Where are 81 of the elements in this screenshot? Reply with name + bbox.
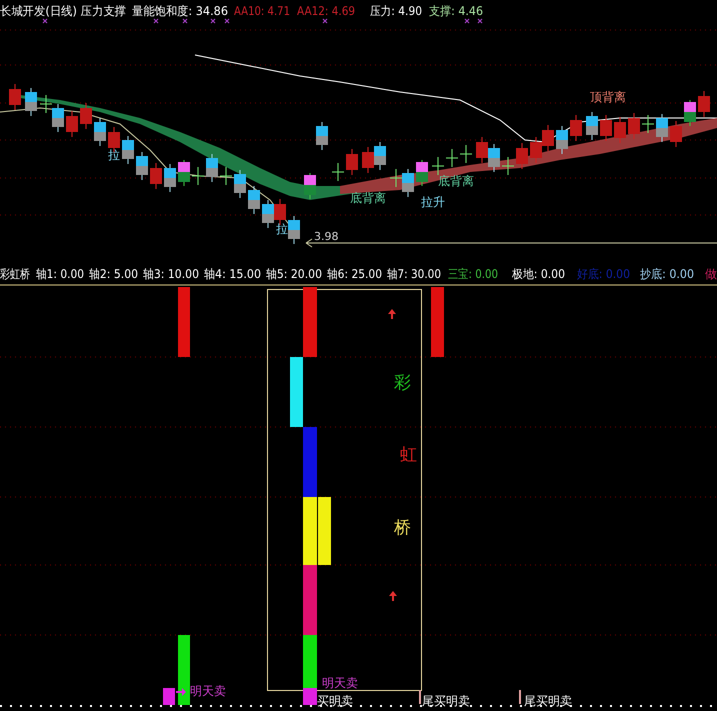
signal-tick (419, 690, 421, 704)
axis-reading: 轴2: 5.00 (89, 267, 144, 281)
arrow-up-icon (388, 309, 396, 319)
low-price-label: 3.98 (314, 230, 338, 243)
indicator-title: 彩虹桥 (0, 267, 36, 281)
chart-title: 长城开发(日线) 压力支撑 (0, 4, 134, 18)
indicator-value: AA12: 4.69 (297, 4, 364, 18)
signal-tick (519, 690, 521, 704)
candlestick (9, 84, 21, 110)
chart-character: 桥 (394, 518, 411, 538)
candlestick (316, 122, 328, 150)
axis-reading: 轴5: 20.00 (266, 267, 328, 281)
candlestick (164, 164, 176, 192)
candlestick (698, 90, 710, 118)
axis-reading: 轴1: 0.00 (36, 267, 90, 281)
indicator-value: 量能饱和度: 34.86 (132, 4, 234, 18)
candlestick (346, 148, 358, 176)
candlestick (234, 170, 246, 198)
signal-label: 明天卖 (190, 684, 226, 698)
candlestick (150, 162, 162, 190)
axis-reading: 好底: 0.00 (577, 267, 636, 281)
candlestick (192, 166, 204, 186)
candlestick (488, 144, 500, 172)
candlestick (136, 152, 148, 180)
candlestick (614, 116, 626, 144)
signal-label: 明天卖 (322, 676, 358, 690)
signal-label: 底背离 (350, 191, 386, 205)
candlestick (220, 166, 232, 186)
candlestick (206, 154, 218, 182)
candlestick (262, 200, 274, 228)
signal-label: 拉升 (421, 195, 445, 209)
candlestick (94, 118, 106, 146)
candlestick (432, 156, 444, 176)
axis-reading: 抄底: 0.00 (640, 267, 699, 281)
axis-reading: 三宝: 0.00 (448, 267, 507, 281)
candlestick (600, 114, 612, 142)
candlestick (530, 136, 542, 164)
signal-label: 尾买明卖 (422, 694, 470, 708)
signal-label: 拉 (276, 222, 288, 236)
signal-label: 买明卖 (317, 694, 353, 708)
candlestick (416, 160, 428, 186)
chart-character: 虹 (400, 445, 417, 465)
candlestick (304, 172, 316, 200)
axis-reading: 做 (705, 267, 717, 281)
candlestick (446, 148, 458, 168)
candlestick (332, 162, 344, 182)
candlestick (80, 102, 92, 130)
axis-reading: 轴3: 10.00 (143, 267, 205, 281)
signal-label: 顶背离 (590, 90, 626, 104)
axis-reading: 轴4: 15.00 (204, 267, 266, 281)
candlestick (460, 144, 472, 164)
candlestick (362, 146, 374, 174)
signal-label: 尾买明卖 (524, 694, 572, 708)
signal-label: 底背离 (438, 174, 474, 188)
candlestick (542, 124, 554, 152)
axis-reading: 极地: 0.00 (512, 267, 571, 281)
candlestick (628, 112, 640, 140)
candlestick (556, 126, 568, 154)
signal-label: 拉 (108, 148, 120, 162)
candlestick (684, 100, 696, 126)
candlestick (586, 112, 598, 140)
candlestick (570, 114, 582, 142)
candlestick (248, 186, 260, 214)
candlestick (288, 216, 300, 244)
axis-reading: 轴7: 30.00 (387, 267, 449, 281)
indicator-value: 支撑: 4.46 (429, 4, 488, 18)
candlestick (122, 136, 134, 164)
candlestick (374, 142, 386, 170)
candlestick (66, 110, 78, 138)
indicator-value: 压力: 4.90 (370, 4, 429, 18)
candlestick (502, 156, 514, 176)
candlestick (642, 114, 654, 134)
chart-character: 彩 (394, 373, 411, 393)
candlestick (178, 160, 190, 186)
candlestick (476, 136, 488, 164)
candlestick (25, 88, 37, 116)
arrow-right-icon (176, 688, 186, 696)
candlestick (670, 120, 682, 148)
candlestick (656, 114, 668, 142)
candlestick (516, 142, 528, 170)
arrow-up-icon (389, 591, 397, 601)
